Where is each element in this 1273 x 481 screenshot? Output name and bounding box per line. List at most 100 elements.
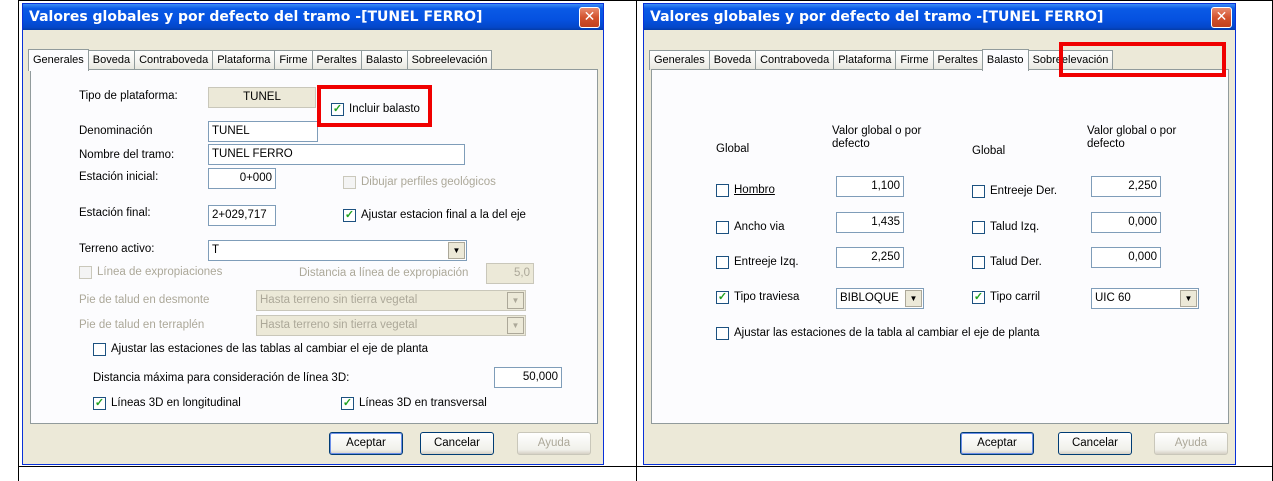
distancia-expropiacion-field: 5,0 [486,263,534,284]
left-dialog: Valores globales y por defecto del tramo… [22,3,604,465]
talud-izq-label: Talud Izq. [990,221,1040,233]
tipo-traviesa-select[interactable]: BIBLOQUE ▼ [836,288,924,309]
right-window-title: Valores globales y por defecto del tramo… [650,9,1104,25]
close-icon: ✕ [1215,9,1228,25]
chevron-down-icon[interactable]: ▼ [1180,290,1197,307]
entreeje-izq-field[interactable]: 2,250 [836,247,904,268]
dibujar-perfiles-label: Dibujar perfiles geológicos [361,176,496,188]
talud-der-label: Talud Der. [990,256,1042,268]
tab-boveda[interactable]: Boveda [87,50,136,70]
entreeje-der-label: Entreeje Der. [990,185,1058,197]
estacion-inicial-label: Estación inicial: [79,171,159,183]
linea-expropiaciones-checkbox [79,266,92,279]
right-tab-panel: Global Valor global o por defecto Global… [651,69,1229,424]
chevron-down-icon[interactable]: ▼ [448,242,465,259]
lineas-long-checkbox[interactable]: ✓ [93,397,106,410]
ancho-via-checkbox[interactable] [716,221,729,234]
tipo-plataforma-label: Tipo de plataforma: [79,90,178,102]
tab-balasto[interactable]: Balasto [360,50,408,70]
pie-terraplen-label: Pie de talud en terraplén [79,319,205,331]
tab-plataforma[interactable]: Plataforma [212,50,276,70]
ajustar-tablas-checkbox[interactable] [93,343,106,356]
tab-balasto[interactable]: Balasto [981,49,1029,71]
global-header-2: Global [972,145,1006,157]
tipo-carril-checkbox[interactable]: ✓ [972,291,985,304]
tipo-carril-value: UIC 60 [1095,292,1131,304]
estacion-final-label: Estación final: [79,207,151,219]
ancho-via-label: Ancho via [734,221,785,233]
entreeje-der-field[interactable]: 2,250 [1091,176,1161,197]
ancho-via-field[interactable]: 1,435 [836,212,904,233]
right-aceptar-button[interactable]: Aceptar [960,432,1034,455]
tab-boveda[interactable]: Boveda [708,50,757,70]
valor-header-1b: defecto [832,138,870,150]
talud-der-field[interactable]: 0,000 [1091,247,1161,268]
right-tabstrip: Generales Boveda Contraboveda Plataforma Fir… [649,48,1114,71]
nombre-tramo-label: Nombre del tramo: [79,149,175,161]
terreno-activo-label: Terreno activo: [79,243,155,255]
right-title-bar: Valores globales y por defecto del tramo… [644,4,1235,30]
lineas-long-label: Líneas 3D en longitudinal [111,397,241,409]
tipo-traviesa-checkbox[interactable]: ✓ [716,291,729,304]
nombre-tramo-field[interactable]: TUNEL FERRO [208,144,465,165]
valor-header-2b: defecto [1087,138,1125,150]
lineas-trans-checkbox[interactable]: ✓ [341,397,354,410]
left-close-button[interactable]: ✕ [579,7,600,28]
valor-header-2a: Valor global o por [1087,125,1177,137]
tab-peraltes[interactable]: Peraltes [311,50,362,70]
estacion-inicial-field[interactable]: 0+000 [208,168,276,189]
hombro-checkbox[interactable] [716,184,729,197]
distancia-expropiacion-label: Distancia a línea de expropiación [299,267,469,279]
ajustar-tabla-checkbox[interactable] [716,327,729,340]
talud-izq-field[interactable]: 0,000 [1091,212,1161,233]
valor-header-1a: Valor global o por [832,125,922,137]
ajustar-final-label: Ajustar estacion final a la del eje [361,209,526,221]
highlight-incluir-balasto [317,85,432,127]
denominacion-label: Denominación [79,125,153,137]
table-border-middle [636,0,637,481]
pie-desmonte-value: Hasta terreno sin tierra vegetal [260,294,418,306]
talud-izq-checkbox[interactable] [972,221,985,234]
tab-firme[interactable]: Firme [274,50,313,70]
tab-contraboveda[interactable]: Contraboveda [134,50,214,70]
dibujar-perfiles-checkbox [343,176,356,189]
entreeje-der-checkbox[interactable] [972,185,985,198]
left-cancelar-button[interactable]: Cancelar [420,432,494,455]
right-close-button[interactable]: ✕ [1211,7,1232,28]
tab-generales[interactable]: Generales [649,50,710,70]
chevron-down-icon[interactable]: ▼ [905,290,922,307]
tipo-traviesa-value: BIBLOQUE [840,292,899,304]
tab-contraboveda[interactable]: Contraboveda [755,50,835,70]
tipo-traviesa-label: Tipo traviesa [734,291,800,303]
terreno-activo-select[interactable]: T ▼ [208,240,467,261]
tab-sobreelevacion[interactable]: Sobreelevación [406,50,493,70]
tab-firme[interactable]: Firme [895,50,934,70]
pie-terraplen-value: Hasta terreno sin tierra vegetal [260,319,418,331]
left-ayuda-button: Ayuda [517,432,591,455]
pie-terraplen-select: Hasta terreno sin tierra vegetal ▼ [256,315,526,336]
tipo-carril-select[interactable]: UIC 60 ▼ [1091,288,1199,309]
tab-generales[interactable]: Generales [28,49,89,71]
tab-plataforma[interactable]: Plataforma [833,50,897,70]
table-border-top [18,0,1273,1]
denominacion-field[interactable]: TUNEL [208,121,318,142]
tipo-carril-label: Tipo carril [990,291,1041,303]
left-window-title: Valores globales y por defecto del tramo… [29,9,483,25]
talud-der-checkbox[interactable] [972,256,985,269]
estacion-final-field[interactable]: 2+029,717 [208,205,276,226]
distancia-3d-label: Distancia máxima para consideración de l… [93,372,350,384]
close-icon: ✕ [583,9,596,25]
hombro-field[interactable]: 1,100 [836,176,904,197]
ajustar-tablas-label: Ajustar las estaciones de las tablas al … [111,343,429,355]
lineas-trans-label: Líneas 3D en transversal [359,397,487,409]
left-tab-panel: Tipo de plataforma: TUNEL ✓ Incluir bala… [30,69,598,424]
right-cancelar-button[interactable]: Cancelar [1058,432,1132,455]
entreeje-izq-checkbox[interactable] [716,256,729,269]
right-ayuda-button: Ayuda [1154,432,1228,455]
left-aceptar-button[interactable]: Aceptar [329,432,403,455]
ajustar-final-checkbox[interactable]: ✓ [343,209,356,222]
linea-expropiaciones-label: Línea de expropiaciones [97,266,223,278]
tab-peraltes[interactable]: Peraltes [932,50,983,70]
distancia-3d-field[interactable]: 50,000 [494,367,562,388]
hombro-label: Hombro [734,184,775,196]
